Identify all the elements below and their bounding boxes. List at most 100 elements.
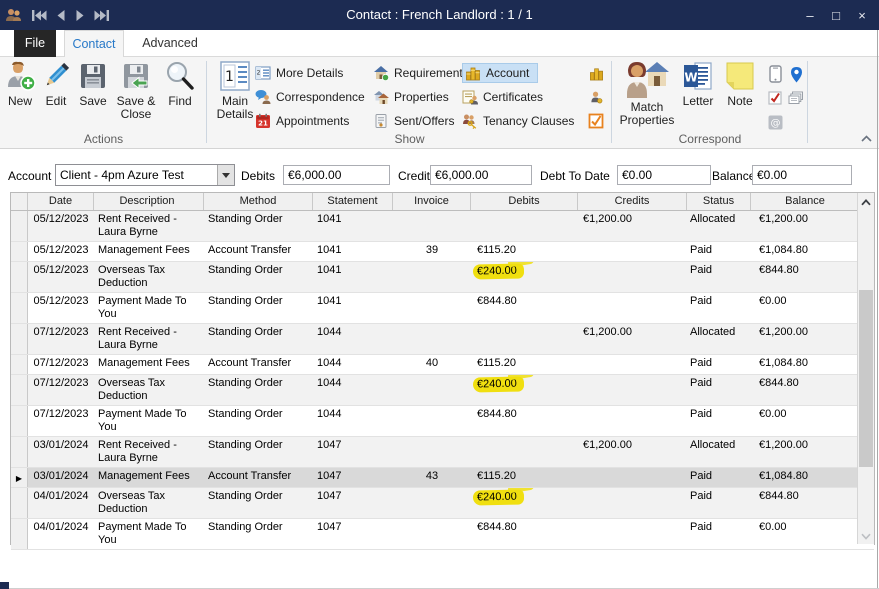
table-row[interactable]: 05/12/2023Payment Made To YouStanding Or… <box>11 293 874 324</box>
debits-field[interactable]: €6,000.00 <box>283 165 390 185</box>
cell-invoice <box>393 293 471 323</box>
more-details-button[interactable]: 2 More Details <box>255 61 371 85</box>
table-row[interactable]: 04/01/2024Payment Made To YouStanding Or… <box>11 519 874 550</box>
cell-status: Paid <box>687 293 751 323</box>
cell-credits: €1,200.00 <box>578 211 687 241</box>
scrollbar-thumb[interactable] <box>859 290 873 467</box>
row-selector[interactable] <box>11 488 28 518</box>
column-header-status[interactable]: Status <box>687 193 751 210</box>
map-pin-button[interactable] <box>786 62 806 86</box>
column-header-debits[interactable]: Debits <box>471 193 578 210</box>
table-row[interactable]: 05/12/2023Rent Received - Laura ByrneSta… <box>11 211 874 242</box>
cell-balance: €1,084.80 <box>751 242 859 261</box>
credits-field[interactable]: €6,000.00 <box>430 165 532 185</box>
column-header-invoice[interactable]: Invoice <box>393 193 471 210</box>
table-row[interactable]: 04/01/2024Overseas Tax DeductionStanding… <box>11 488 874 519</box>
close-button[interactable]: × <box>849 0 875 30</box>
cell-method: Account Transfer <box>204 242 313 261</box>
edit-button[interactable]: Edit <box>38 60 74 108</box>
balance-field[interactable]: €0.00 <box>752 165 852 185</box>
debt-to-date-field[interactable]: €0.00 <box>617 165 711 185</box>
tenancy-clauses-button[interactable]: Tenancy Clauses <box>462 109 584 133</box>
account-select[interactable]: Client - 4pm Azure Test <box>55 164 235 186</box>
row-selector[interactable] <box>11 211 28 241</box>
column-header-description[interactable]: Description <box>94 193 204 210</box>
row-selector[interactable] <box>11 355 28 374</box>
tab-contact[interactable]: Contact <box>64 30 124 57</box>
ribbon-tabs: File Contact Advanced <box>0 30 879 57</box>
row-selector[interactable] <box>11 324 28 354</box>
properties-button[interactable]: Properties <box>373 85 465 109</box>
certificates-label: Certificates <box>483 90 543 104</box>
appointments-button[interactable]: 21 Appointments <box>255 109 371 133</box>
column-header-date[interactable]: Date <box>28 193 94 210</box>
save-icon <box>77 60 109 92</box>
main-details-button[interactable]: 1 Main Details <box>213 60 257 121</box>
match-properties-button[interactable]: Match Properties <box>618 60 676 127</box>
column-header-credits[interactable]: Credits <box>578 193 687 210</box>
column-header-method[interactable]: Method <box>204 193 313 210</box>
account-quick-button[interactable] <box>585 61 607 85</box>
table-row[interactable]: 07/12/2023Rent Received - Laura ByrneSta… <box>11 324 874 355</box>
table-row[interactable]: 07/12/2023Management FeesAccount Transfe… <box>11 355 874 375</box>
minimize-button[interactable]: – <box>797 0 823 30</box>
tab-file[interactable]: File <box>14 30 56 57</box>
cell-invoice <box>393 324 471 354</box>
row-selector[interactable] <box>11 242 28 261</box>
copy-pages-button[interactable] <box>786 86 806 110</box>
appointments-icon: 21 <box>255 113 271 129</box>
find-button[interactable]: Find <box>160 60 200 108</box>
row-selector[interactable] <box>11 375 28 405</box>
requirements-button[interactable]: Requirements <box>373 61 465 85</box>
cell-method: Account Transfer <box>204 355 313 374</box>
mobile-phone-button[interactable] <box>765 62 785 86</box>
cell-date: 03/01/2024 <box>28 468 94 487</box>
note-button[interactable]: Note <box>720 60 760 108</box>
grid-corner-cell <box>11 193 28 210</box>
properties-icon <box>373 89 389 105</box>
table-row[interactable]: ▶03/01/2024Management FeesAccount Transf… <box>11 468 874 488</box>
grid-body: 05/12/2023Rent Received - Laura ByrneSta… <box>11 211 874 550</box>
cell-balance: €0.00 <box>751 406 859 436</box>
save-close-button-label: Save & Close <box>112 95 160 121</box>
maximize-button[interactable]: □ <box>823 0 849 30</box>
email-at-button[interactable]: @ <box>765 110 785 134</box>
correspondence-button[interactable]: Correspondence <box>255 85 371 109</box>
save-close-button[interactable]: Save & Close <box>112 60 160 121</box>
letter-button[interactable]: W Letter <box>676 60 720 108</box>
certificate-person-quick-button[interactable] <box>585 85 607 109</box>
row-selector[interactable] <box>11 437 28 467</box>
more-details-icon: 2 <box>255 65 271 81</box>
current-row-arrow-icon[interactable]: ▶ <box>11 468 28 487</box>
table-row[interactable]: 05/12/2023Management FeesAccount Transfe… <box>11 242 874 262</box>
new-button[interactable]: New <box>2 60 38 108</box>
combo-dropdown-button[interactable] <box>217 165 234 185</box>
row-selector[interactable] <box>11 262 28 292</box>
table-row[interactable]: 07/12/2023Overseas Tax DeductionStanding… <box>11 375 874 406</box>
table-row[interactable]: 07/12/2023Payment Made To YouStanding Or… <box>11 406 874 437</box>
cell-statement: 1047 <box>313 519 393 549</box>
column-header-statement[interactable]: Statement <box>313 193 393 210</box>
certificates-button[interactable]: Certificates <box>462 85 584 109</box>
vertical-scrollbar[interactable] <box>857 193 874 544</box>
tab-advanced[interactable]: Advanced <box>132 30 208 57</box>
column-header-balance[interactable]: Balance <box>751 193 859 210</box>
cell-credits: €1,200.00 <box>578 324 687 354</box>
cell-balance: €1,200.00 <box>751 211 859 241</box>
table-row[interactable]: 05/12/2023Overseas Tax DeductionStanding… <box>11 262 874 293</box>
scrollbar-down-icon[interactable] <box>858 529 874 543</box>
save-button[interactable]: Save <box>74 60 112 108</box>
cell-balance: €844.80 <box>751 262 859 292</box>
row-selector[interactable] <box>11 406 28 436</box>
orange-checkbox-button[interactable] <box>585 109 607 133</box>
collapse-ribbon-chevron-up-icon[interactable] <box>861 135 872 142</box>
cell-description: Management Fees <box>94 355 204 374</box>
scrollbar-up-icon[interactable] <box>858 194 874 210</box>
table-row[interactable]: 03/01/2024Rent Received - Laura ByrneSta… <box>11 437 874 468</box>
cell-credits <box>578 406 687 436</box>
red-checkbox-button[interactable] <box>765 86 785 110</box>
account-button[interactable]: Account <box>462 61 584 85</box>
sent-offers-button[interactable]: Sent/Offers <box>373 109 465 133</box>
row-selector[interactable] <box>11 293 28 323</box>
row-selector[interactable] <box>11 519 28 549</box>
